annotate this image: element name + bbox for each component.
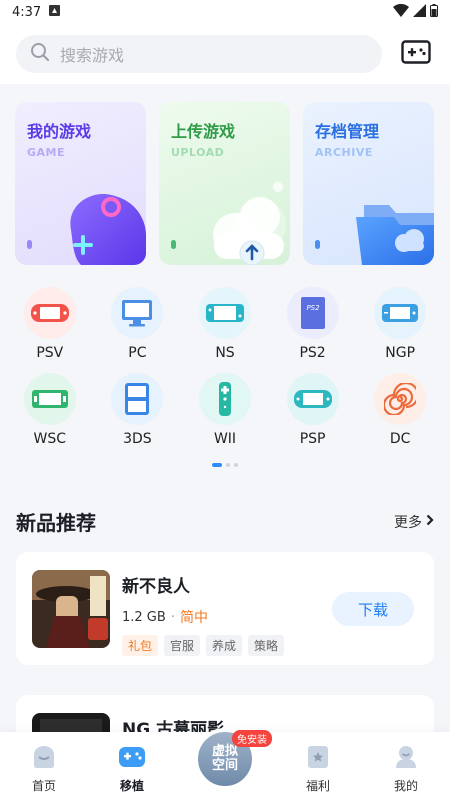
signal-icon — [413, 3, 426, 21]
port-gamepad-icon — [118, 743, 146, 773]
platform-3ds[interactable]: 3DS — [94, 373, 182, 447]
tag-strategy: 策略 — [248, 635, 285, 656]
platform-label: PS2 — [299, 345, 326, 361]
my-games-subtitle: GAME — [27, 146, 66, 159]
install-free-badge: 免安装 — [232, 730, 272, 747]
game-thumbnail — [32, 570, 110, 648]
archive-manage-title: 存档管理 — [315, 122, 380, 141]
wifi-icon — [393, 3, 409, 21]
platform-wii[interactable]: WII — [181, 373, 269, 447]
battery-icon — [430, 3, 438, 21]
platform-psv[interactable]: PSV — [6, 287, 94, 361]
status-time: 4:37 — [12, 4, 42, 20]
notification-icon — [49, 4, 61, 20]
platform-label: NS — [215, 345, 235, 361]
new-games-header: 新品推荐 更多 — [0, 507, 450, 536]
status-bar: 4:37 — [0, 0, 450, 24]
nav-welfare-label: 福利 — [305, 779, 330, 793]
platform-label: PSV — [36, 345, 64, 361]
search-input[interactable]: 搜索游戏 — [16, 35, 382, 73]
pc-monitor-icon — [111, 287, 164, 339]
section-title: 新品推荐 — [16, 511, 96, 535]
platform-psp[interactable]: PSP — [269, 373, 357, 447]
nav-home[interactable]: 首页 — [9, 743, 79, 794]
pager-dot-active — [212, 463, 222, 467]
platform-label: WII — [213, 431, 237, 447]
more-label: 更多 — [394, 514, 422, 531]
top-bar: 搜索游戏 — [0, 24, 450, 84]
platform-label: 3DS — [123, 431, 152, 447]
ngp-icon — [374, 287, 427, 339]
platform-wsc[interactable]: WSC — [6, 373, 94, 447]
download-button[interactable]: 下载 — [332, 592, 414, 626]
platform-label: DC — [389, 431, 411, 447]
nav-home-label: 首页 — [31, 779, 56, 793]
game-card[interactable]: 新不良人 1.2 GB · 简中 礼包 官服 养成 策略 下载 — [16, 552, 434, 665]
ns-switch-icon — [198, 287, 251, 339]
dc-swirl-icon — [374, 373, 427, 425]
archive-manage-subtitle: ARCHIVE — [315, 146, 373, 159]
upload-game-card[interactable]: 上传游戏 UPLOAD — [159, 102, 290, 265]
game-size: 1.2 GB — [122, 609, 166, 625]
nav-mine-label: 我的 — [393, 779, 418, 793]
tag-official: 官服 — [164, 635, 201, 656]
ps2-icon-text: PS2 — [306, 304, 320, 312]
nav-port-label: 移植 — [119, 779, 144, 793]
upload-game-title: 上传游戏 — [171, 122, 236, 141]
card-dot — [315, 240, 320, 249]
platform-label: PSP — [299, 431, 326, 447]
folder-illustration-icon — [356, 205, 434, 265]
nav-welfare[interactable]: 福利 — [283, 743, 353, 794]
platform-pager — [0, 463, 450, 467]
tag-raising: 养成 — [206, 635, 243, 656]
pager-dot — [234, 463, 238, 467]
game-language: 简中 — [179, 610, 208, 626]
psv-icon — [23, 287, 76, 339]
platform-dc[interactable]: DC — [356, 373, 444, 447]
platform-grid: PSV PC NS PS2 PS2 NGP WSC 3DS WII PSP DC — [0, 265, 450, 447]
gamepad-illustration-icon — [70, 194, 146, 265]
card-dot — [27, 240, 32, 249]
card-dot — [171, 240, 176, 249]
cloud-upload-illustration-icon — [213, 182, 286, 265]
wii-remote-icon — [198, 373, 251, 425]
my-games-title: 我的游戏 — [27, 122, 92, 141]
nav-mine[interactable]: 我的 — [371, 743, 441, 794]
tag-gift: 礼包 — [122, 635, 159, 656]
search-placeholder: 搜索游戏 — [60, 46, 125, 65]
game-tags: 礼包 官服 养成 策略 — [122, 635, 418, 656]
search-icon — [30, 42, 50, 66]
platform-label: NGP — [385, 345, 416, 361]
3ds-icon — [111, 373, 164, 425]
platform-ns[interactable]: NS — [181, 287, 269, 361]
my-games-card[interactable]: 我的游戏 GAME — [15, 102, 146, 265]
platform-ngp[interactable]: NGP — [356, 287, 444, 361]
platform-label: PC — [128, 345, 147, 361]
feature-cards: 我的游戏 GAME 上传游戏 UPLOAD 存档管理 ARCHIVE — [0, 84, 450, 265]
wsc-icon — [23, 373, 76, 425]
pager-dot — [226, 463, 230, 467]
chevron-right-icon — [426, 514, 434, 530]
platform-label: WSC — [33, 431, 67, 447]
gamepad-icon — [401, 40, 431, 68]
gamepad-button[interactable] — [398, 36, 434, 72]
psp-icon — [286, 373, 339, 425]
more-link[interactable]: 更多 — [394, 512, 434, 532]
ps2-icon: PS2 — [286, 287, 339, 339]
platform-pc[interactable]: PC — [94, 287, 182, 361]
nav-port[interactable]: 移植 — [97, 743, 167, 794]
virtual-space-label: 虚拟空间 — [211, 744, 238, 773]
archive-manage-card[interactable]: 存档管理 ARCHIVE — [303, 102, 434, 265]
welfare-card-icon — [305, 743, 331, 773]
upload-game-subtitle: UPLOAD — [171, 146, 225, 159]
platform-ps2[interactable]: PS2 PS2 — [269, 287, 357, 361]
profile-icon — [393, 743, 419, 773]
home-icon — [31, 743, 57, 773]
meta-separator: · — [170, 609, 175, 625]
